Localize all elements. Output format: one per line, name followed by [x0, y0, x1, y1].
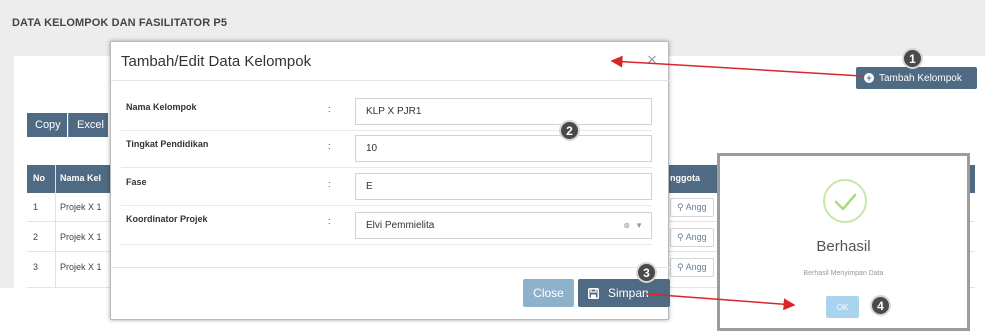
coordinator-select[interactable]: Elvi Pemmielita ⊗ ▼ [355, 212, 652, 239]
members-label: Angg [685, 262, 707, 272]
field-colon: : [328, 179, 331, 189]
field-divider [121, 205, 652, 206]
alert-message: Berhasil Menyimpan Data [803, 270, 884, 277]
field-divider [121, 167, 652, 168]
row-name: Projek X 1 [60, 202, 102, 212]
user-edit-icon: ⚲ [677, 262, 686, 272]
plus-circle-icon: + [864, 73, 874, 83]
field-colon: : [328, 104, 331, 114]
modal-header-divider [111, 80, 670, 81]
phase-input[interactable]: E [355, 173, 652, 200]
step-badge-2: 2 [559, 120, 580, 141]
education-level-input[interactable]: 10 [355, 135, 652, 162]
copy-button[interactable]: Copy [27, 113, 67, 137]
row-name: Projek X 1 [60, 262, 102, 272]
row-no: 2 [33, 232, 39, 242]
check-icon [834, 193, 857, 211]
row-no: 3 [33, 262, 39, 272]
step-badge-1: 1 [902, 48, 923, 69]
clear-icon[interactable]: ⊗ [623, 221, 630, 230]
field-colon: : [328, 216, 331, 226]
members-button[interactable]: ⚲ Angg [670, 198, 714, 217]
page-title: DATA KELOMPOK DAN FASILITATOR P5 [12, 17, 228, 29]
save-button[interactable]: Simpan [578, 279, 670, 307]
field-label-phase: Fase [126, 177, 147, 187]
field-divider [121, 244, 652, 245]
field-label-group-name: Nama Kelompok [126, 102, 197, 112]
user-edit-icon: ⚲ [677, 232, 686, 242]
col-no[interactable]: No [33, 173, 45, 183]
save-label: Simpan [608, 286, 649, 300]
members-label: Angg [685, 232, 707, 242]
members-label: Angg [685, 202, 707, 212]
group-name-input[interactable]: KLP X PJR1 [355, 98, 652, 125]
row-name: Projek X 1 [60, 232, 102, 242]
modal-footer-divider [111, 267, 670, 268]
alert-title: Berhasil [816, 238, 871, 255]
ok-button[interactable]: OK [826, 296, 859, 318]
add-group-button[interactable]: + Tambah Kelompok [856, 67, 977, 89]
close-button[interactable]: Close [523, 279, 574, 307]
step-badge-4: 4 [870, 295, 891, 316]
step-badge-3: 3 [636, 262, 657, 283]
field-label-education-level: Tingkat Pendidikan [126, 139, 209, 149]
close-icon[interactable]: × [647, 50, 657, 70]
caret-down-icon[interactable]: ▼ [635, 221, 643, 230]
members-button[interactable]: ⚲ Angg [670, 228, 714, 247]
field-label-coordinator: Koordinator Projek [126, 214, 208, 224]
add-group-label: Tambah Kelompok [879, 72, 962, 84]
members-button[interactable]: ⚲ Angg [670, 258, 714, 277]
success-circle [823, 179, 867, 223]
edit-group-modal: Tambah/Edit Data Kelompok × Nama Kelompo… [110, 41, 670, 320]
excel-button[interactable]: Excel [68, 113, 108, 137]
field-colon: : [328, 141, 331, 151]
coordinator-value: Elvi Pemmielita [366, 220, 435, 231]
col-members[interactable]: nggota [670, 173, 700, 183]
column-divider [55, 165, 56, 288]
user-edit-icon: ⚲ [677, 202, 686, 212]
col-name[interactable]: Nama Kel [60, 173, 101, 183]
save-icon [588, 287, 599, 299]
success-alert: Berhasil Berhasil Menyimpan Data OK [717, 153, 970, 331]
modal-title: Tambah/Edit Data Kelompok [121, 53, 312, 70]
row-no: 1 [33, 202, 39, 212]
